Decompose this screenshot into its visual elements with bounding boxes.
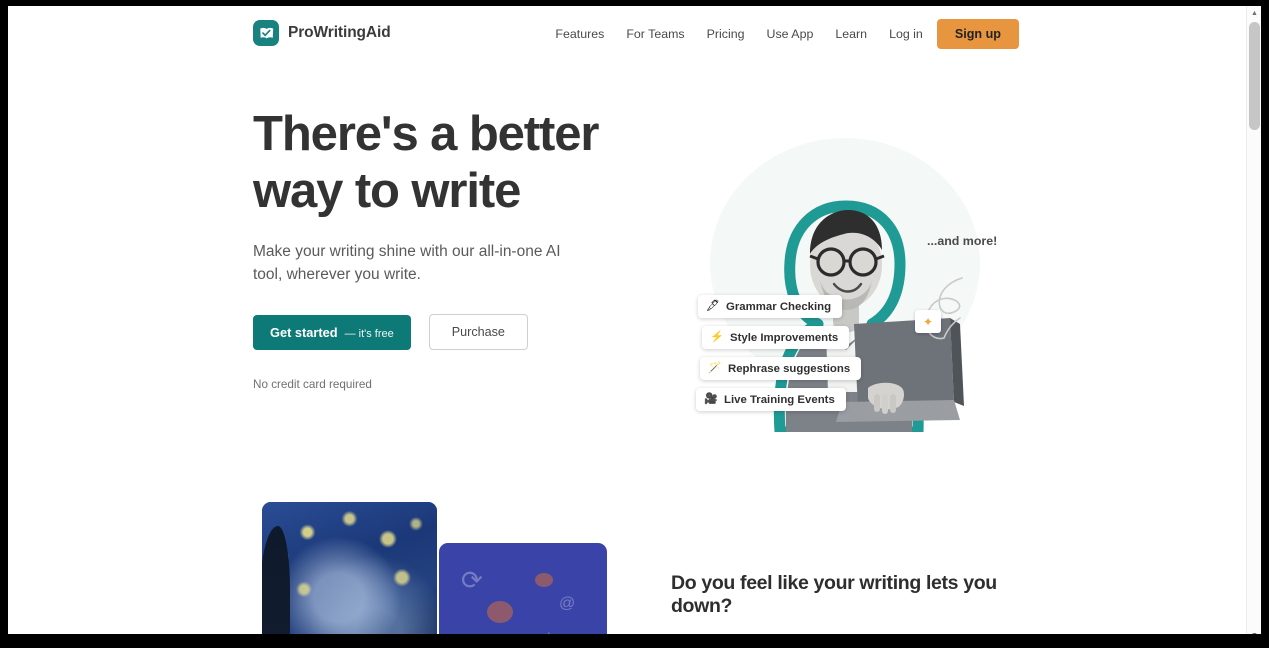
orange-blob-shape [535,573,553,587]
get-started-button[interactable]: Get started — it's free [253,314,411,350]
feature-chip-rephrase-suggestions[interactable]: 🪄 Rephrase suggestions [700,357,862,380]
pwa-book-check-icon [253,20,279,46]
section2-title: Do you feel like your writing lets you d… [671,572,997,617]
nav-item-for-teams[interactable]: For Teams [615,20,695,48]
lightning-bolt-icon: ⚡ [710,331,724,343]
hero-title-line-1: There's a better [253,107,599,161]
nav-item-use-app[interactable]: Use App [756,20,825,48]
video-camera-icon: 🎥 [704,393,718,405]
scroll-up-arrow[interactable]: ▲ [1247,6,1261,20]
hero-illustration: ...and more! ✦ 🖋 Grammar Checking ⚡ Styl… [668,102,1028,432]
hero-title-line-2: way to write [253,164,521,218]
hero-subtitle: Make your writing shine with our all-in-… [253,243,561,283]
vertical-scrollbar[interactable]: ▲ ▼ [1246,6,1261,642]
hero-copy: There's a better way to write Make your … [253,106,653,391]
hero-section: There's a better way to write Make your … [8,62,1246,472]
get-started-suffix: — it's free [344,327,394,340]
site-header: ProWritingAid Features For Teams Pricing… [8,6,1246,62]
starry-night-painting: My idea in my head [262,502,437,642]
feature-chip-grammar-checking[interactable]: 🖋 Grammar Checking [698,295,843,318]
cypress-tree-shape [262,526,290,642]
feature-chip-label: Live Training Events [724,393,835,406]
viewport-bottom-edge [8,634,1261,642]
feature-chip-style-improvements[interactable]: ⚡ Style Improvements [702,326,850,349]
feature-chip-label: Rephrase suggestions [728,362,851,375]
simplified-painting: ⟳ ⟳ @ b @ [439,543,607,642]
brand-logo[interactable]: ProWritingAid [253,20,391,46]
section2-copy: Do you feel like your writing lets you d… [671,572,1016,642]
page-content: ProWritingAid Features For Teams Pricing… [8,6,1246,642]
get-started-label: Get started [270,324,338,340]
feature-chip-label: Grammar Checking [726,300,832,313]
swirl-doodle-icon: ⟳ [461,565,483,595]
sign-up-button[interactable]: Sign up [936,19,1019,49]
orange-blob-shape [487,601,513,623]
scrollbar-thumb[interactable] [1249,22,1260,130]
and-more-label: ...and more! [927,234,998,248]
nav-item-features[interactable]: Features [544,20,615,48]
nav-item-log-in[interactable]: Log in [878,20,937,48]
squiggle-doodle-icon: @ [559,595,576,612]
browser-viewport: ProWritingAid Features For Teams Pricing… [8,6,1261,642]
purchase-button[interactable]: Purchase [428,314,528,350]
writing-lets-you-down-section: My idea in my head ⟳ ⟳ @ b @ Do you feel… [8,472,1246,642]
main-navigation: Features For Teams Pricing Use App Learn… [544,19,1019,49]
nav-item-pricing[interactable]: Pricing [696,20,756,48]
sparkle-icon: ✦ [915,310,941,333]
hero-cta-row: Get started — it's free Purchase [253,314,653,350]
feature-chip-live-training-events[interactable]: 🎥 Live Training Events [696,388,846,411]
person-with-laptop-illustration [773,200,964,432]
feature-chip-label: Style Improvements [730,331,839,344]
paintings-illustration: My idea in my head ⟳ ⟳ @ b @ [253,502,607,642]
no-credit-card-note: No credit card required [253,378,372,391]
nav-item-learn[interactable]: Learn [824,20,878,48]
brand-name: ProWritingAid [288,24,391,41]
pen-icon: 🖋 [706,300,720,312]
magic-wand-icon: 🪄 [708,362,722,374]
page-title: There's a better way to write [253,106,653,220]
